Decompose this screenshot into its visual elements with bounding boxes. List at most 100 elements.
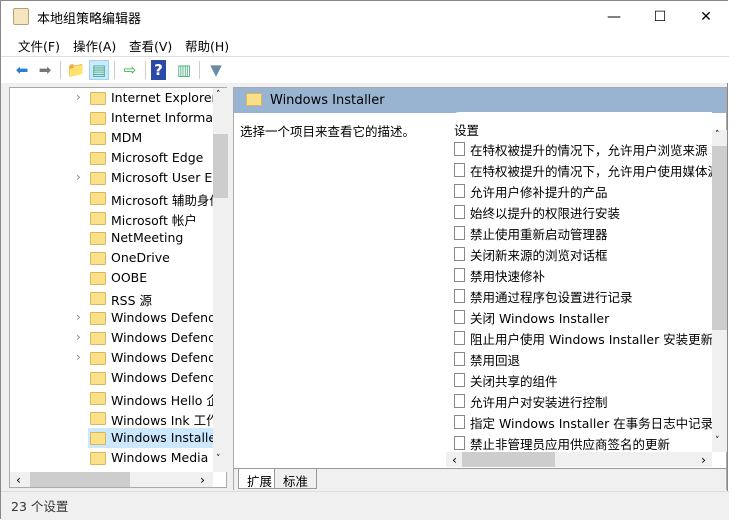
policy-setting-icon: [454, 184, 465, 198]
description-text: 选择一个项目来查看它的描述。: [240, 124, 416, 139]
separator: [199, 61, 200, 79]
expand-chevron-icon[interactable]: ›: [76, 350, 81, 364]
folder-icon: [90, 92, 106, 105]
folder-icon: [90, 152, 106, 165]
tree-item-label: Windows Media P: [111, 450, 213, 465]
folder-icon: [90, 172, 106, 185]
tree-item[interactable]: › Internet Explorer: [10, 88, 213, 108]
settings-horizontal-scrollbar[interactable]: ‹ ›: [446, 452, 712, 467]
tab-standard[interactable]: 标准: [274, 469, 318, 489]
menu-view[interactable]: 查看(V): [129, 36, 172, 55]
tree-item[interactable]: MDM: [10, 128, 213, 148]
tree-horizontal-scrollbar[interactable]: ‹ ›: [10, 472, 213, 487]
scroll-thumb[interactable]: [712, 146, 727, 330]
scroll-thumb[interactable]: [30, 472, 130, 487]
setting-label: 禁止使用重新启动管理器: [470, 227, 608, 242]
folder-icon: [90, 112, 106, 125]
tree-item[interactable]: Windows Defende: [10, 368, 213, 388]
folder-icon: [90, 192, 106, 205]
menu-help[interactable]: 帮助(H): [185, 36, 229, 55]
scroll-thumb[interactable]: [213, 134, 228, 198]
expand-chevron-icon[interactable]: ›: [76, 170, 81, 184]
setting-label: 始终以提升的权限进行安装: [470, 206, 621, 221]
setting-row[interactable]: 禁用快速修补: [454, 264, 712, 285]
setting-row[interactable]: 始终以提升的权限进行安装: [454, 201, 712, 222]
tree-item[interactable]: OOBE: [10, 268, 213, 288]
scroll-right-icon[interactable]: ›: [200, 472, 205, 487]
menu-file[interactable]: 文件(F): [18, 36, 60, 55]
window: 本地组策略编辑器 — ☐ ✕ 文件(F) 操作(A) 查看(V) 帮助(H) ⬅…: [0, 0, 729, 520]
setting-row[interactable]: 在特权被提升的情况下，允许用户使用媒体源: [454, 159, 712, 180]
scroll-up-icon[interactable]: ˄: [216, 90, 221, 100]
setting-row[interactable]: 在特权被提升的情况下，允许用户浏览来源: [454, 138, 712, 159]
menu-action[interactable]: 操作(A): [73, 36, 116, 55]
setting-row[interactable]: 关闭 Windows Installer: [454, 306, 712, 327]
setting-row[interactable]: 关闭共享的组件: [454, 369, 712, 390]
setting-label: 在特权被提升的情况下，允许用户浏览来源: [470, 143, 708, 158]
tree-item[interactable]: RSS 源: [10, 288, 213, 308]
expand-chevron-icon[interactable]: ›: [76, 90, 81, 104]
folder-icon: [90, 452, 106, 465]
settings-vertical-scrollbar[interactable]: ˄ ˅: [712, 130, 727, 452]
setting-label: 禁用通过程序包设置进行记录: [470, 290, 633, 305]
separator: [114, 61, 115, 79]
scroll-thumb[interactable]: [462, 452, 555, 467]
setting-row[interactable]: 禁用通过程序包设置进行记录: [454, 285, 712, 306]
tree-item[interactable]: Microsoft 辅助身份: [10, 188, 213, 208]
tree-item[interactable]: › Windows Defende: [10, 348, 213, 368]
tree-item[interactable]: Windows Media P: [10, 448, 213, 468]
help-icon[interactable]: ?: [151, 60, 166, 80]
policy-setting-icon: [454, 373, 465, 387]
export-list-icon[interactable]: ⇨: [120, 60, 140, 80]
maximize-button[interactable]: ☐: [637, 1, 683, 32]
show-hide-tree-icon[interactable]: ▤: [89, 60, 109, 80]
setting-row[interactable]: 禁止非管理员应用供应商签名的更新: [454, 432, 712, 453]
scroll-left-icon[interactable]: ‹: [452, 452, 457, 467]
setting-row[interactable]: 指定 Windows Installer 在事务日志中记录的: [454, 411, 712, 432]
up-folder-icon[interactable]: 📁: [66, 60, 86, 80]
setting-row[interactable]: 允许用户对安装进行控制: [454, 390, 712, 411]
tree-item-label: Internet Explorer: [111, 90, 213, 105]
scroll-down-icon[interactable]: ˅: [715, 436, 720, 446]
setting-label: 阻止用户使用 Windows Installer 安装更新和: [470, 332, 712, 347]
back-icon[interactable]: ⬅: [12, 60, 32, 80]
tree-item[interactable]: Windows Installer: [88, 428, 213, 448]
policy-setting-icon: [454, 436, 465, 450]
filter-icon[interactable]: ▼: [206, 60, 226, 80]
setting-label: 允许用户修补提升的产品: [470, 185, 608, 200]
tree-item[interactable]: Microsoft 帐户: [10, 208, 213, 228]
tree-item[interactable]: › Microsoft User Ex: [10, 168, 213, 188]
tree-item[interactable]: Internet Informati: [10, 108, 213, 128]
scroll-up-icon[interactable]: ˄: [715, 130, 720, 140]
setting-row[interactable]: 禁用回退: [454, 348, 712, 369]
close-button[interactable]: ✕: [683, 1, 729, 32]
tree-item[interactable]: NetMeeting: [10, 228, 213, 248]
tree-vertical-scrollbar[interactable]: ˄ ˅: [213, 88, 228, 472]
tree-item-label: Windows Defende: [111, 370, 213, 385]
tree-item[interactable]: › Windows Defende: [10, 328, 213, 348]
expand-chevron-icon[interactable]: ›: [76, 310, 81, 324]
scroll-right-icon[interactable]: ›: [701, 452, 706, 467]
separator: [60, 61, 61, 79]
tree-item[interactable]: OneDrive: [10, 248, 213, 268]
policy-setting-icon: [454, 415, 465, 429]
scroll-down-icon[interactable]: ˅: [216, 454, 221, 464]
forward-icon[interactable]: ➡: [35, 60, 55, 80]
minimize-button[interactable]: —: [591, 1, 637, 32]
setting-label: 禁用快速修补: [470, 269, 546, 284]
policy-setting-icon: [454, 289, 465, 303]
column-header-setting[interactable]: 设置: [454, 120, 479, 139]
tree-item-label: Internet Informati: [111, 110, 213, 125]
properties-icon[interactable]: ▥: [174, 60, 194, 80]
setting-row[interactable]: 禁止使用重新启动管理器: [454, 222, 712, 243]
setting-row[interactable]: 关闭新来源的浏览对话框: [454, 243, 712, 264]
expand-chevron-icon[interactable]: ›: [76, 330, 81, 344]
folder-icon: [90, 352, 106, 365]
setting-row[interactable]: 允许用户修补提升的产品: [454, 180, 712, 201]
tree-item[interactable]: Windows Ink 工作: [10, 408, 213, 428]
tree-item[interactable]: Microsoft Edge: [10, 148, 213, 168]
tree-item[interactable]: Windows Hello 企: [10, 388, 213, 408]
setting-row[interactable]: 阻止用户使用 Windows Installer 安装更新和: [454, 327, 712, 348]
tree-item[interactable]: › Windows Defende: [10, 308, 213, 328]
scroll-left-icon[interactable]: ‹: [16, 472, 21, 487]
